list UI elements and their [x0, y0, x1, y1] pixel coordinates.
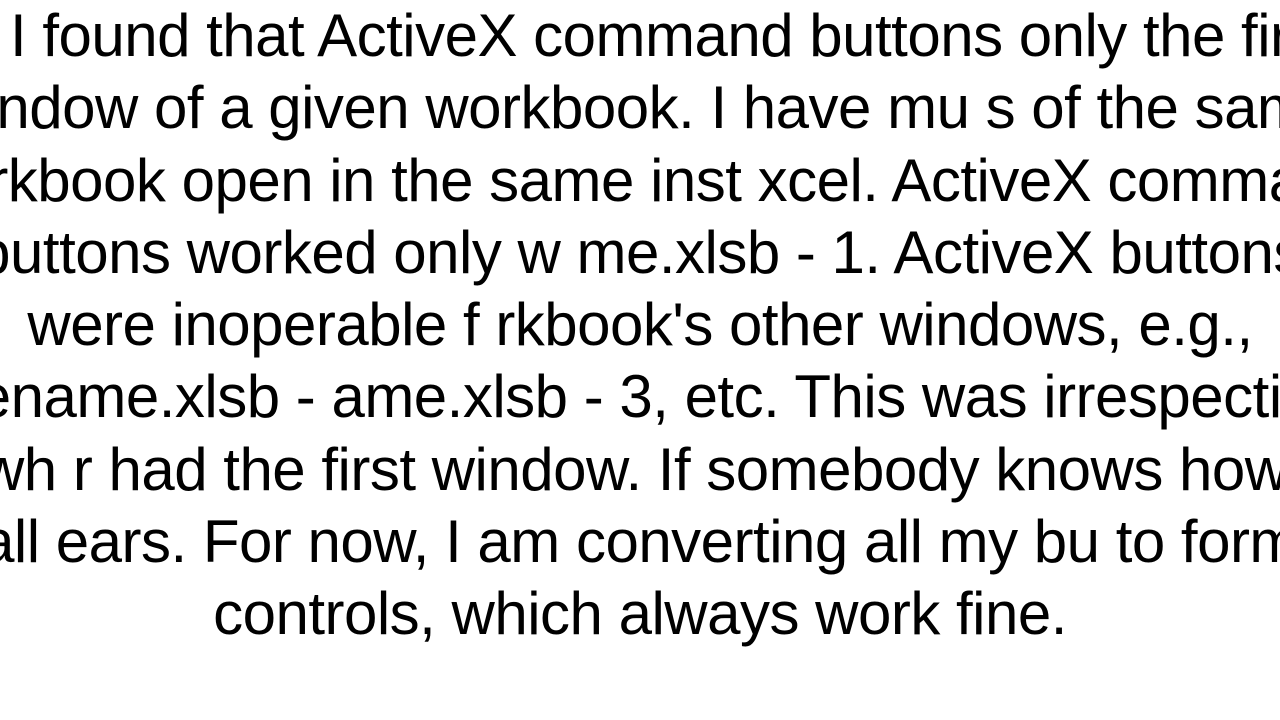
- paragraph-text: 3: I found that ActiveX command buttons …: [0, 0, 1280, 651]
